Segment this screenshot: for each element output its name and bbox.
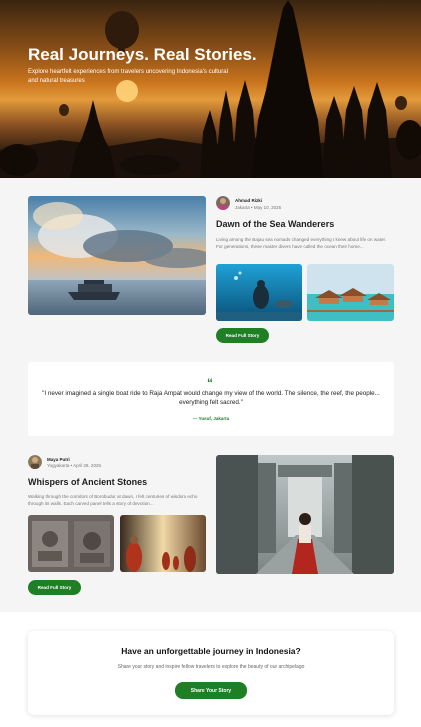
story-thumb-monks[interactable] xyxy=(120,515,206,572)
author-name: Maya Putri xyxy=(47,457,70,462)
author-meta: Jakarta • May 10, 2025 xyxy=(235,205,282,210)
story-image-temple-gate[interactable] xyxy=(216,455,394,574)
hero-banner: Real Journeys. Real Stories. Explore hea… xyxy=(0,0,421,178)
author-meta: Yogyakarta • April 28, 2025 xyxy=(47,463,101,468)
read-full-story-button[interactable]: Read Full Story xyxy=(216,328,269,343)
hero-title: Real Journeys. Real Stories. xyxy=(28,45,257,64)
testimonial-text: "I never imagined a single boat ride to … xyxy=(42,390,380,406)
share-your-story-button[interactable]: Share Your Story xyxy=(175,682,247,699)
hero-subtitle: Explore heartfelt experiences from trave… xyxy=(28,69,228,84)
story-excerpt: Walking through the corridors of Borobud… xyxy=(28,494,198,506)
story-image-boat[interactable] xyxy=(28,196,206,315)
testimonial-author: — Yusuf, Jakarta xyxy=(192,416,230,421)
temple-sunset-image xyxy=(0,0,421,178)
avatar xyxy=(216,196,230,210)
story-thumb-relief[interactable] xyxy=(28,515,114,572)
story-title[interactable]: Dawn of the Sea Wanderers xyxy=(216,219,334,229)
quote-mark-icon: “ xyxy=(207,376,213,390)
story-thumb-diver[interactable] xyxy=(216,264,302,321)
story-thumb-villas[interactable] xyxy=(307,264,394,321)
avatar xyxy=(28,455,42,469)
cta-title: Have an unforgettable journey in Indones… xyxy=(121,646,301,656)
read-full-story-button[interactable]: Read Full Story xyxy=(28,580,81,595)
author-name: Ahmad Rizki xyxy=(235,198,263,203)
story-excerpt: Living among the Bajau sea nomads change… xyxy=(216,237,387,249)
cta-card xyxy=(28,631,394,715)
cta-subtitle: Share your story and inspire fellow trav… xyxy=(117,664,305,670)
story-title[interactable]: Whispers of Ancient Stones xyxy=(28,477,147,487)
